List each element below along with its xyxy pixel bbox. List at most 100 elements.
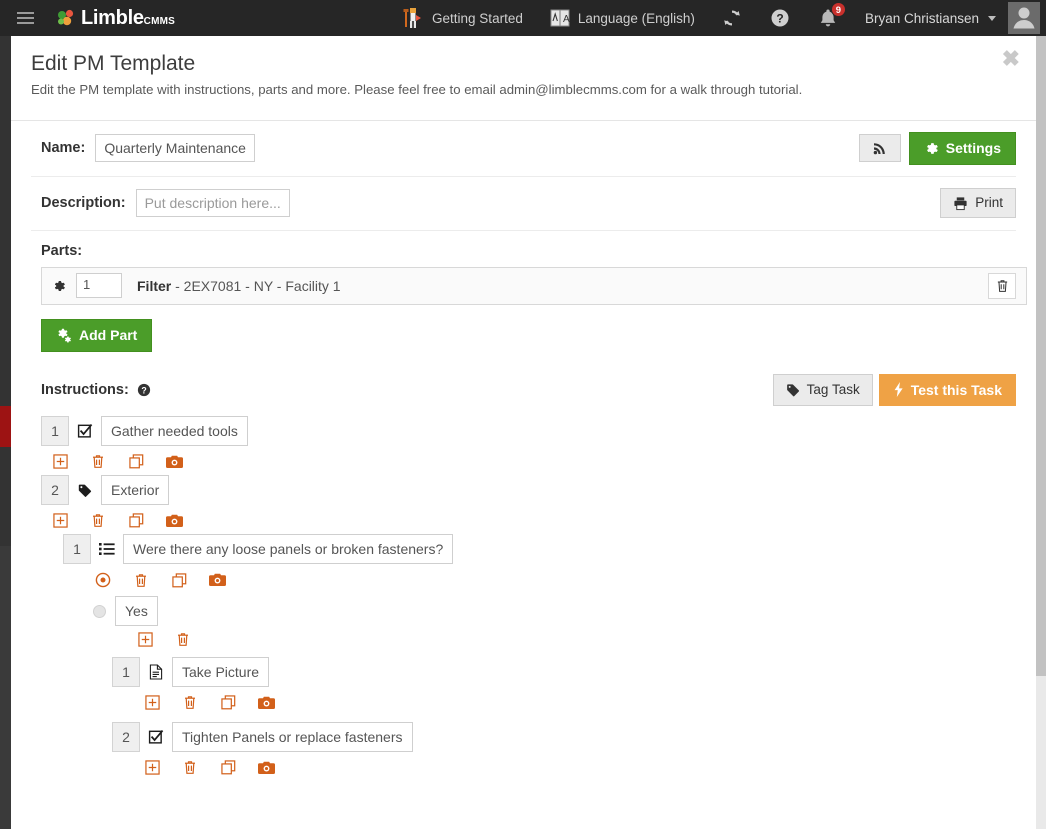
option-text-input[interactable]: Yes — [115, 596, 158, 627]
nav-notifications-button[interactable]: 9 — [804, 0, 852, 36]
help-circle-icon[interactable]: ? — [137, 383, 151, 397]
delete-part-button[interactable] — [988, 272, 1016, 299]
user-name-label: Bryan Christiansen — [864, 10, 979, 26]
instruction-text-input[interactable]: Take Picture — [172, 657, 270, 688]
trash-icon[interactable] — [122, 573, 160, 588]
test-this-task-button-label: Test this Task — [910, 381, 1002, 398]
modal-subtitle: Edit the PM template with instructions, … — [31, 82, 803, 98]
svg-text:A: A — [563, 14, 570, 25]
list-icon[interactable] — [91, 542, 123, 556]
part-name-bold: Filter — [137, 277, 172, 294]
brand-name: Limble — [81, 6, 144, 29]
print-button[interactable]: Print — [940, 188, 1016, 219]
rss-icon — [873, 141, 887, 155]
add-part-button[interactable]: Add Part — [41, 318, 153, 352]
copy-icon[interactable] — [117, 513, 155, 528]
nav-getting-started[interactable]: Getting Started — [388, 0, 536, 36]
instruction-text-input[interactable]: Were there any loose panels or broken fa… — [123, 534, 454, 565]
svg-text:?: ? — [776, 12, 783, 26]
trash-icon[interactable] — [79, 454, 117, 469]
camera-icon[interactable] — [155, 455, 193, 469]
dot-circle-icon[interactable] — [84, 572, 122, 588]
instruction-option: Yes 1 Take Picture 2 Tighten Panels or r… — [83, 596, 1016, 776]
svg-text:?: ? — [141, 385, 146, 395]
instructions-list: 1 Gather needed tools 2 Exterior 1 Were … — [31, 414, 1016, 776]
instruction-actions — [133, 695, 1016, 711]
gears-icon — [56, 328, 72, 343]
left-sidebar-rail — [0, 36, 11, 829]
trash-icon[interactable] — [171, 760, 209, 775]
trash-icon[interactable] — [79, 513, 117, 528]
edit-pm-template-modal: Edit PM Template Edit the PM template wi… — [11, 36, 1036, 829]
brand-subtitle: CMMS — [143, 15, 176, 27]
refresh-icon — [721, 7, 743, 29]
step-number: 2 — [112, 722, 140, 753]
tag-icon[interactable] — [69, 482, 101, 498]
nav-language-label: Language (English) — [577, 10, 695, 26]
chevron-down-icon — [988, 15, 996, 21]
bolt-icon — [893, 382, 904, 398]
radio-unchecked-icon[interactable] — [83, 604, 115, 618]
description-input[interactable]: Put description here... — [135, 189, 290, 218]
file-icon[interactable] — [140, 664, 172, 680]
step-number: 1 — [63, 534, 91, 565]
nav-refresh-button[interactable] — [708, 0, 756, 36]
rss-feed-button[interactable] — [858, 134, 901, 163]
test-this-task-button[interactable]: Test this Task — [878, 373, 1016, 407]
close-icon[interactable]: ✖ — [1002, 48, 1020, 70]
avatar[interactable] — [1008, 2, 1040, 34]
instruction-sub-item: 2 Tighten Panels or replace fasteners — [112, 720, 1016, 776]
brand-logo[interactable]: Limble CMMS — [56, 7, 175, 30]
part-detail: - 2EX7081 - NY - Facility 1 — [171, 277, 341, 294]
instruction-text-input[interactable]: Gather needed tools — [101, 416, 248, 447]
getting-started-icon — [401, 6, 425, 30]
plus-square-icon[interactable] — [41, 513, 79, 529]
name-input[interactable]: Quarterly Maintenance — [95, 134, 255, 163]
top-navbar-right: Getting Started A Language (English) ? 9… — [388, 0, 1046, 36]
step-number: 2 — [41, 475, 69, 506]
trash-icon[interactable] — [171, 695, 209, 710]
copy-icon[interactable] — [209, 695, 247, 710]
settings-button[interactable]: Settings — [908, 132, 1016, 165]
step-number: 1 — [112, 657, 140, 688]
instruction-text-input[interactable]: Tighten Panels or replace fasteners — [172, 722, 413, 753]
page-scrollbar[interactable] — [1036, 36, 1046, 829]
part-quantity-input[interactable]: 1 — [76, 273, 122, 299]
instructions-label: Instructions: — [41, 381, 129, 398]
instruction-main-row: 1 Were there any loose panels or broken … — [63, 532, 1016, 566]
instruction-main-row: 2 Tighten Panels or replace fasteners — [112, 720, 1016, 754]
nav-help-button[interactable]: ? — [756, 0, 804, 36]
plus-square-icon[interactable] — [126, 632, 164, 648]
nav-user-menu[interactable]: Bryan Christiansen — [852, 0, 998, 36]
tag-task-button[interactable]: Tag Task — [772, 373, 873, 407]
plus-square-icon[interactable] — [41, 454, 79, 470]
hamburger-menu-icon[interactable] — [6, 12, 44, 24]
plus-square-icon[interactable] — [133, 695, 171, 711]
camera-icon[interactable] — [198, 573, 236, 587]
checkbox-checked-icon[interactable] — [140, 729, 172, 745]
instructions-header: Instructions: ? Tag Task Test this Task — [31, 362, 1016, 411]
part-name-label: Filter - 2EX7081 - NY - Facility 1 — [137, 278, 341, 294]
camera-icon[interactable] — [155, 514, 193, 528]
checkbox-checked-icon[interactable] — [69, 423, 101, 439]
gear-icon — [924, 141, 939, 156]
instruction-item: 1 Gather needed tools — [41, 414, 1016, 470]
copy-icon[interactable] — [209, 760, 247, 775]
trash-icon[interactable] — [164, 632, 202, 647]
instruction-actions — [41, 454, 1016, 470]
camera-icon[interactable] — [247, 761, 285, 775]
instruction-text-input[interactable]: Exterior — [101, 475, 170, 506]
gear-icon[interactable] — [52, 279, 66, 293]
nav-language[interactable]: A Language (English) — [536, 0, 708, 36]
page-title: Edit PM Template — [31, 52, 196, 75]
copy-icon[interactable] — [160, 573, 198, 588]
plus-square-icon[interactable] — [133, 760, 171, 776]
print-button-label: Print — [975, 195, 1003, 211]
settings-button-label: Settings — [945, 140, 1001, 156]
scrollbar-thumb[interactable] — [1036, 36, 1046, 676]
add-part-wrapper: Add Part — [31, 305, 1016, 362]
camera-icon[interactable] — [247, 696, 285, 710]
printer-icon — [953, 196, 968, 211]
copy-icon[interactable] — [117, 454, 155, 469]
name-label: Name: — [41, 140, 86, 157]
